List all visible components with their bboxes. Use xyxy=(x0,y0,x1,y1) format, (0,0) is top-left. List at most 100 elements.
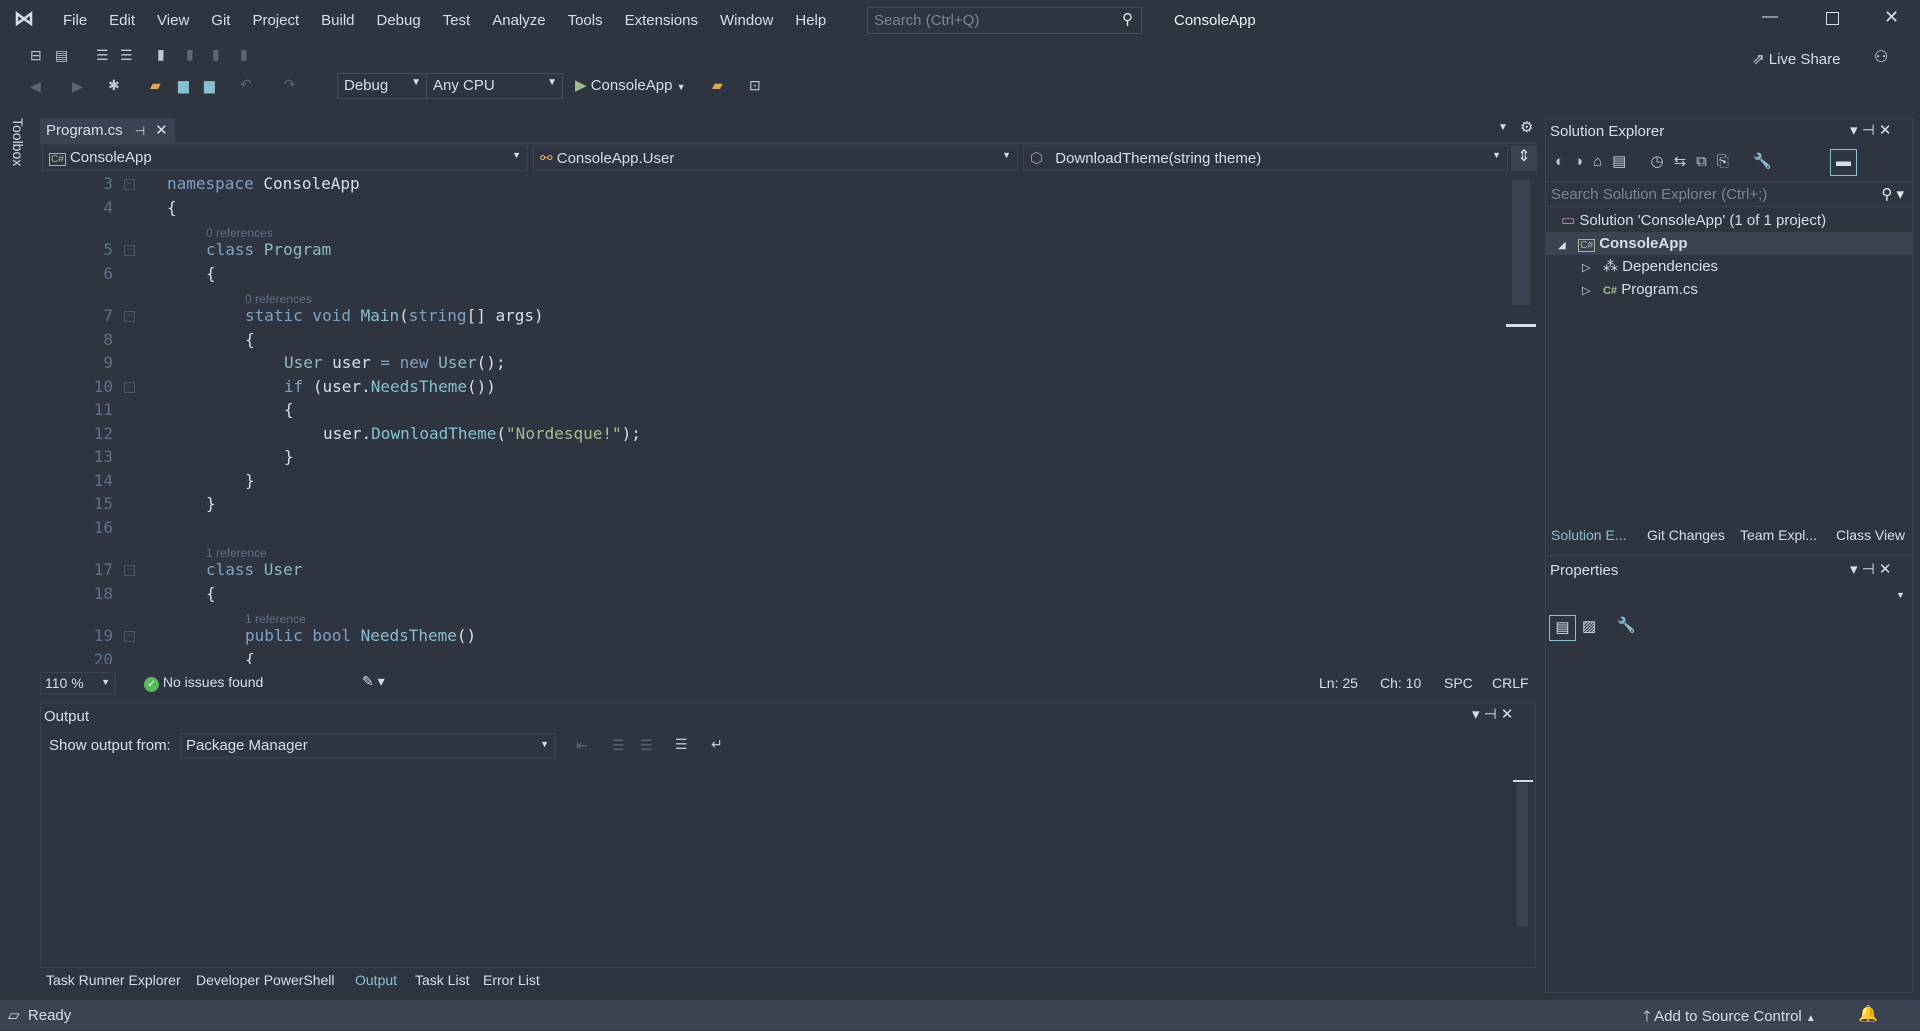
properties-controls[interactable]: ▾ ⊣ ✕ xyxy=(1850,560,1892,578)
collapse-icon[interactable]: − xyxy=(124,179,135,190)
codelens-references[interactable]: 0 references xyxy=(206,226,273,240)
next-bookmark-icon[interactable]: ▮ xyxy=(212,46,220,63)
solution-search-input[interactable]: Search Solution Explorer (Ctrl+;) ⚲ ▾ xyxy=(1546,181,1912,207)
output-source-dropdown[interactable]: Package Manager ▼ xyxy=(180,733,556,758)
output-tab-1[interactable]: Developer PowerShell xyxy=(196,972,335,988)
pin-icon[interactable]: ⊣ xyxy=(135,124,145,138)
solution-tab-3[interactable]: Class View xyxy=(1836,527,1905,543)
tree-dependencies[interactable]: ▷ ⁂ Dependencies xyxy=(1546,255,1912,278)
zoom-dropdown[interactable]: 110 % ▼ xyxy=(40,672,116,694)
tree-solution[interactable]: ▭ Solution 'ConsoleApp' (1 of 1 project) xyxy=(1546,209,1912,232)
crlf-status[interactable]: CRLF xyxy=(1492,675,1529,691)
undo-icon[interactable]: ↶ xyxy=(240,76,252,93)
collapse-icon[interactable]: − xyxy=(124,245,135,256)
output-tab-4[interactable]: Error List xyxy=(483,972,540,988)
object-dropdown[interactable]: ▼ xyxy=(1896,590,1905,600)
solution-explorer-controls[interactable]: ▾ ⊣ ✕ xyxy=(1850,121,1892,139)
maximize-button[interactable] xyxy=(1826,12,1839,25)
gear-icon[interactable]: ⚙ xyxy=(1520,118,1533,136)
solution-toolbar[interactable]: ◐◑⌂▤ ◷⇆⧉⎘ 🔧 xyxy=(1555,152,1782,170)
code-editor[interactable]: 3− namespace ConsoleApp 4{0 references 5− cl… xyxy=(40,172,1510,664)
back-icon[interactable]: ◀ xyxy=(30,78,41,95)
find-message-icon[interactable]: ⇤ xyxy=(576,737,588,754)
tree-project[interactable]: ◢ C# ConsoleApp xyxy=(1546,232,1912,255)
codelens-references[interactable]: 0 references xyxy=(245,292,312,306)
menu-analyze[interactable]: Analyze xyxy=(481,10,556,32)
outdent-icon[interactable]: ☰ xyxy=(120,47,133,64)
collapse-icon[interactable]: − xyxy=(124,311,135,322)
browser-icon[interactable]: ⊡ xyxy=(749,77,761,94)
start-button[interactable]: ▶ ConsoleApp ▼ xyxy=(575,76,686,94)
add-to-source-control-button[interactable]: 🡑 Add to Source Control ▲ xyxy=(1643,1006,1816,1031)
solution-tab-1[interactable]: Git Changes xyxy=(1647,527,1725,543)
search-input[interactable]: Search (Ctrl+Q) ⚲ xyxy=(867,7,1142,34)
output-tab-3[interactable]: Task List xyxy=(415,972,469,988)
configuration-dropdown[interactable]: Debug ▼ xyxy=(337,73,427,99)
minimize-button[interactable]: — xyxy=(1762,8,1778,26)
collapse-icon[interactable]: − xyxy=(124,381,135,393)
save-icon[interactable]: ▆ xyxy=(178,77,189,94)
feedback-icon[interactable]: ⚇ xyxy=(1874,47,1888,67)
menu-edit[interactable]: Edit xyxy=(98,10,146,32)
forward-icon[interactable]: ▶ xyxy=(72,78,83,95)
next-message-icon[interactable]: ☰ xyxy=(640,737,653,754)
prev-message-icon[interactable]: ☰ xyxy=(612,737,625,754)
project-nav-dropdown[interactable]: C# ConsoleApp ▼ xyxy=(42,145,528,171)
open-icon[interactable]: ▰ xyxy=(150,77,161,94)
solution-tab-0[interactable]: Solution E... xyxy=(1551,527,1627,543)
word-wrap-icon[interactable]: ↵ xyxy=(711,736,723,753)
collapse-icon[interactable]: − xyxy=(124,565,135,576)
menu-debug[interactable]: Debug xyxy=(366,10,432,32)
codelens-references[interactable]: 1 reference xyxy=(245,612,306,626)
redo-icon[interactable]: ↷ xyxy=(284,76,296,93)
platform-dropdown[interactable]: Any CPU ▼ xyxy=(426,73,563,99)
preview-toggle[interactable]: ▬ xyxy=(1830,149,1857,176)
menu-test[interactable]: Test xyxy=(432,10,482,32)
split-icon[interactable]: ⇕ xyxy=(1511,146,1537,171)
output-tab-0[interactable]: Task Runner Explorer xyxy=(46,972,181,988)
output-controls[interactable]: ▾ ⊣ ✕ xyxy=(1472,705,1514,723)
menu-build[interactable]: Build xyxy=(310,10,365,32)
issues-status[interactable]: ✓ No issues found xyxy=(144,674,263,692)
solution-tab-2[interactable]: Team Expl... xyxy=(1740,527,1817,543)
live-share-button[interactable]: ⇗ Live Share xyxy=(1752,50,1840,68)
tab-program-cs[interactable]: Program.cs ⊣ ✕ xyxy=(40,118,175,142)
prev-bookmark-icon[interactable]: ▮ xyxy=(186,46,194,63)
clear-bookmark-icon[interactable]: ▮ xyxy=(240,46,248,63)
output-scrollbar[interactable] xyxy=(1517,783,1528,926)
menu-view[interactable]: View xyxy=(146,10,200,32)
output-window-icon: ▱ xyxy=(8,1007,20,1024)
menu-help[interactable]: Help xyxy=(784,10,837,32)
menu-git[interactable]: Git xyxy=(200,10,241,32)
members-icon[interactable]: ▤ xyxy=(55,47,68,64)
member-nav-dropdown[interactable]: ⬡ DownloadTheme(string theme) ▼ xyxy=(1023,145,1508,171)
new-project-icon[interactable]: ✱ xyxy=(108,77,120,94)
menu-tools[interactable]: Tools xyxy=(557,10,614,32)
brush-icon[interactable]: ✎ ▾ xyxy=(362,673,385,690)
find-icon[interactable]: ▰ xyxy=(712,77,723,94)
categorized-icon[interactable]: ▤ xyxy=(1549,615,1576,641)
menu-extensions[interactable]: Extensions xyxy=(614,10,709,32)
save-all-icon[interactable]: ▆ xyxy=(204,77,215,94)
tab-list-dropdown[interactable]: ▼ xyxy=(1498,122,1508,133)
menu-window[interactable]: Window xyxy=(709,10,784,32)
close-icon[interactable]: ✕ xyxy=(155,122,168,139)
alphabetical-icon[interactable]: ▨ xyxy=(1582,617,1596,635)
codelens-references[interactable]: 1 reference xyxy=(206,546,267,560)
menu-project[interactable]: Project xyxy=(241,10,310,32)
tree-program-cs[interactable]: ▷ C# Program.cs xyxy=(1546,278,1912,301)
toolbox-tab[interactable]: Toolbox xyxy=(10,118,26,166)
indent-icon[interactable]: ☰ xyxy=(96,47,109,64)
collapse-icon[interactable]: − xyxy=(124,631,135,642)
code-line: class User xyxy=(206,560,302,579)
notifications-icon[interactable]: 🔔 xyxy=(1858,1004,1878,1024)
menu-file[interactable]: File xyxy=(52,10,98,32)
select-icon[interactable]: ⊟ xyxy=(30,47,42,64)
property-pages-icon[interactable]: 🔧 xyxy=(1617,616,1636,634)
output-tab-2[interactable]: Output xyxy=(355,972,397,988)
close-button[interactable]: ✕ xyxy=(1884,7,1899,28)
bookmark-icon[interactable]: ▮ xyxy=(157,46,165,63)
clear-all-icon[interactable]: ☰ xyxy=(675,736,688,753)
editor-scrollbar[interactable] xyxy=(1512,180,1530,305)
type-nav-dropdown[interactable]: ⚯ ConsoleApp.User ▼ xyxy=(533,145,1018,171)
